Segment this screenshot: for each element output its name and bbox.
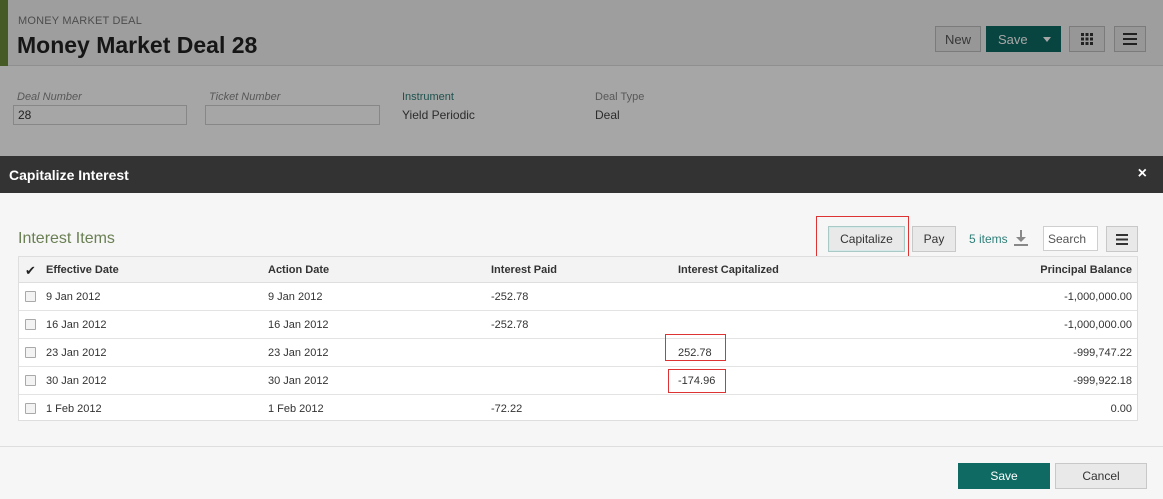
cell-action-date: 16 Jan 2012: [268, 319, 329, 331]
row-checkbox[interactable]: [25, 375, 36, 386]
pay-button[interactable]: Pay: [912, 226, 956, 252]
cell-interest-capitalized: -174.96: [678, 375, 716, 387]
cell-action-date: 9 Jan 2012: [268, 291, 323, 303]
table-header: ✔ Effective Date Action Date Interest Pa…: [19, 257, 1137, 283]
list-menu-button[interactable]: [1106, 226, 1138, 252]
section-title: Interest Items: [18, 230, 115, 247]
modal-backdrop: [0, 0, 1163, 156]
download-icon[interactable]: [1014, 230, 1028, 246]
select-all-check-icon[interactable]: ✔: [25, 263, 36, 279]
cell-effective-date: 1 Feb 2012: [46, 403, 102, 415]
column-header-effective-date[interactable]: Effective Date: [46, 264, 119, 276]
cell-effective-date: 30 Jan 2012: [46, 375, 107, 387]
cell-principal-balance: -1,000,000.00: [1064, 319, 1132, 331]
row-checkbox[interactable]: [25, 403, 36, 414]
cell-action-date: 30 Jan 2012: [268, 375, 329, 387]
cell-effective-date: 23 Jan 2012: [46, 347, 107, 359]
column-header-principal-balance[interactable]: Principal Balance: [1040, 264, 1132, 276]
dialog-title: Capitalize Interest: [9, 167, 129, 183]
cell-interest-capitalized: 252.78: [678, 347, 712, 359]
table-row[interactable]: 30 Jan 2012 30 Jan 2012 -174.96 -999,922…: [19, 367, 1137, 395]
cell-interest-paid: -252.78: [491, 291, 529, 303]
search-input[interactable]: [1043, 226, 1098, 251]
cell-effective-date: 9 Jan 2012: [46, 291, 101, 303]
cell-interest-paid: -252.78: [491, 319, 529, 331]
table-row[interactable]: 23 Jan 2012 23 Jan 2012 252.78 -999,747.…: [19, 334, 1137, 367]
cell-principal-balance: -999,747.22: [1073, 347, 1132, 359]
cell-principal-balance: -999,922.18: [1073, 375, 1132, 387]
cancel-button[interactable]: Cancel: [1055, 463, 1147, 489]
save-button[interactable]: Save: [958, 463, 1050, 489]
dialog-header: Capitalize Interest ×: [0, 156, 1163, 193]
column-header-interest-paid[interactable]: Interest Paid: [491, 264, 557, 276]
cell-effective-date: 16 Jan 2012: [46, 319, 107, 331]
cell-action-date: 23 Jan 2012: [268, 347, 329, 359]
cell-principal-balance: 0.00: [1110, 403, 1132, 415]
row-checkbox[interactable]: [25, 347, 36, 358]
close-icon[interactable]: ×: [1138, 166, 1147, 182]
hamburger-icon: [1116, 233, 1128, 245]
deal-form: MONEY MARKET DEAL Money Market Deal 28 N…: [0, 0, 1163, 156]
row-checkbox[interactable]: [25, 291, 36, 302]
column-header-action-date[interactable]: Action Date: [268, 264, 329, 276]
cell-principal-balance: -1,000,000.00: [1064, 291, 1132, 303]
table-row[interactable]: 9 Jan 2012 9 Jan 2012 -252.78 -1,000,000…: [19, 283, 1137, 311]
dialog-footer: Save Cancel: [0, 446, 1163, 499]
column-header-interest-capitalized[interactable]: Interest Capitalized: [678, 264, 779, 276]
cell-interest-paid: -72.22: [491, 403, 523, 415]
table-row[interactable]: 16 Jan 2012 16 Jan 2012 -252.78 -1,000,0…: [19, 311, 1137, 339]
interest-items-table: ✔ Effective Date Action Date Interest Pa…: [18, 256, 1138, 421]
items-count: 5 items: [969, 232, 1008, 246]
capitalize-interest-dialog: Capitalize Interest × Interest Items Cap…: [0, 156, 1163, 499]
table-row[interactable]: 1 Feb 2012 1 Feb 2012 -72.22 0.00: [19, 395, 1137, 423]
cell-action-date: 1 Feb 2012: [268, 403, 324, 415]
capitalize-button[interactable]: Capitalize: [828, 226, 905, 252]
row-checkbox[interactable]: [25, 319, 36, 330]
